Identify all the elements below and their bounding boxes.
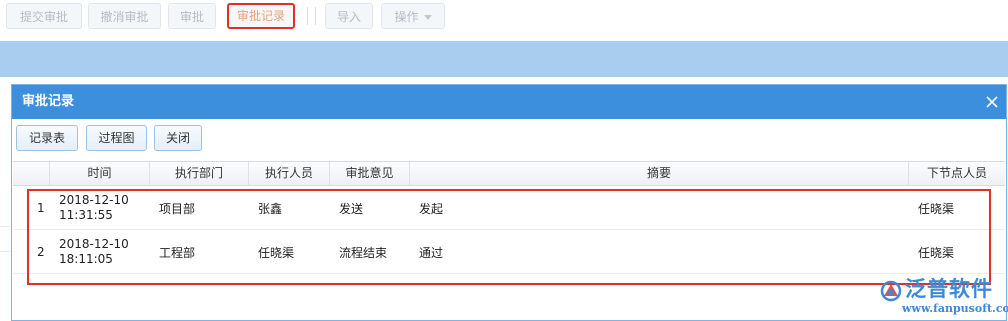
header-time[interactable]: 时间 (49, 162, 149, 185)
header-person[interactable]: 执行人员 (248, 162, 329, 185)
submit-approval-button[interactable]: 提交审批 (6, 3, 82, 29)
header-opinion[interactable]: 审批意见 (329, 162, 409, 185)
toolbar-divider (307, 7, 308, 25)
brand-url: www.fanpusoft.com (902, 302, 1008, 315)
grid-header: 时间 执行部门 执行人员 审批意见 摘要 下节点人员 (13, 161, 1005, 186)
header-summary[interactable]: 摘要 (409, 162, 908, 185)
process-chart-button[interactable]: 过程图 (86, 125, 147, 151)
import-button[interactable]: 导入 (325, 3, 373, 29)
main-toolbar: 提交审批 撤消审批 审批 审批记录 导入 操作 (0, 0, 1008, 34)
background-row-line (0, 251, 10, 252)
dialog-header: 审批记录 (12, 85, 1006, 119)
header-dept[interactable]: 执行部门 (149, 162, 248, 185)
approval-records-button[interactable]: 审批记录 (227, 3, 295, 29)
chevron-down-icon (423, 15, 432, 20)
toolbar-divider (315, 7, 316, 25)
close-button[interactable]: 关闭 (154, 125, 202, 151)
header-rownum (13, 162, 49, 185)
dialog-title: 审批记录 (22, 94, 75, 109)
close-icon[interactable] (984, 94, 1000, 110)
operate-label: 操作 (394, 10, 419, 24)
brand-watermark: 泛普软件 www.fanpusoft.com (878, 276, 1008, 320)
cancel-approval-button[interactable]: 撤消审批 (88, 3, 161, 29)
operate-dropdown-button[interactable]: 操作 (381, 3, 445, 29)
header-band (0, 41, 1008, 77)
dialog-toolbar: 记录表 过程图 关闭 (12, 119, 1006, 157)
brand-logo-icon (880, 280, 902, 302)
header-next-person[interactable]: 下节点人员 (908, 162, 1005, 185)
background-row-line (0, 226, 10, 227)
record-table-button[interactable]: 记录表 (16, 125, 78, 151)
records-highlight-box (27, 189, 991, 285)
approve-button[interactable]: 审批 (168, 3, 216, 29)
brand-name: 泛普软件 (905, 277, 993, 301)
